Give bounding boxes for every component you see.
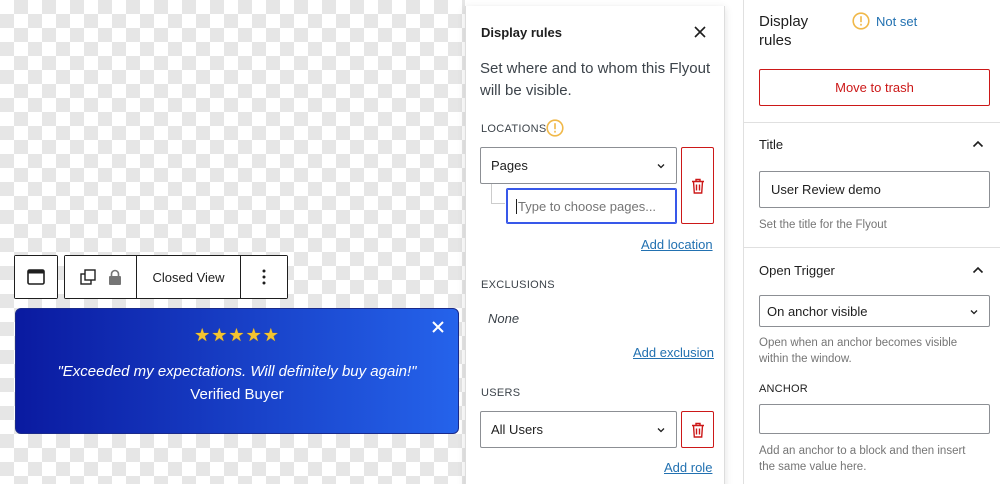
more-options-button[interactable]	[241, 256, 287, 298]
exclusions-none: None	[488, 311, 520, 326]
duplicate-icon[interactable]	[79, 269, 96, 285]
open-trigger-select[interactable]: On anchor visible	[759, 295, 990, 327]
chevron-down-icon	[657, 164, 665, 169]
flyout-title-input[interactable]: User Review demo	[759, 171, 990, 208]
review-quote: "Exceeded my expectations. Will definite…	[57, 363, 417, 380]
block-type-button[interactable]	[15, 256, 57, 298]
anchor-label: ANCHOR	[759, 383, 808, 395]
add-location-link[interactable]: Add location	[641, 237, 713, 252]
delete-location-button[interactable]	[681, 147, 714, 224]
open-trigger-help: Open when an anchor becomes visible with…	[759, 337, 958, 365]
user-role-select[interactable]: All Users	[480, 411, 677, 448]
pages-search-input[interactable]: Type to choose pages...	[506, 188, 677, 224]
title-panel-heading[interactable]: Title	[759, 137, 783, 152]
move-to-trash-button[interactable]: Move to trash	[759, 69, 990, 106]
lock-icon[interactable]	[108, 269, 122, 286]
user-role-value: All Users	[491, 422, 544, 437]
chevron-down-icon	[970, 310, 978, 315]
open-trigger-heading[interactable]: Open Trigger	[759, 263, 835, 278]
locations-label: LOCATIONS	[481, 123, 547, 135]
anchor-help-text: Add an anchor to a block and then insert…	[759, 445, 966, 473]
popover-title: Display rules	[481, 25, 562, 40]
review-author: Verified Buyer	[190, 386, 284, 403]
editor-canvas: Closed View ★★★★★ "Exceeded my expectati…	[0, 0, 465, 484]
closed-view-button[interactable]: Closed View	[137, 256, 241, 298]
chevron-down-icon	[657, 428, 665, 433]
open-trigger-value: On anchor visible	[767, 303, 868, 319]
display-rules-popover: Display rules Set where and to whom this…	[465, 6, 725, 484]
location-type-value: Pages	[491, 158, 528, 173]
delete-user-rule-button[interactable]	[681, 411, 714, 448]
warning-icon	[852, 12, 870, 30]
trash-icon	[691, 178, 704, 194]
block-options-buttons	[65, 256, 137, 298]
location-type-select[interactable]: Pages	[480, 147, 677, 184]
pages-search-placeholder: Type to choose pages...	[518, 198, 657, 214]
divider	[744, 122, 1000, 123]
users-label: USERS	[481, 387, 521, 399]
add-exclusion-link[interactable]: Add exclusion	[633, 345, 714, 360]
title-help-text: Set the title for the Flyout	[759, 219, 887, 231]
flyout-close-icon[interactable]	[430, 319, 446, 335]
popover-description: Set where and to whom this Flyout will b…	[480, 60, 711, 99]
block-controls-group: Closed View	[64, 255, 288, 299]
block-toolbar: Closed View	[14, 255, 288, 299]
tree-connector	[491, 184, 505, 204]
rating-stars: ★★★★★	[194, 325, 280, 345]
divider	[744, 247, 1000, 248]
trash-icon	[691, 422, 704, 438]
sidebar-title: Display rules	[759, 13, 809, 49]
window-block-icon	[27, 269, 45, 285]
block-type-group	[14, 255, 58, 299]
warning-icon	[546, 119, 564, 137]
exclusions-label: EXCLUSIONS	[481, 279, 555, 291]
chevron-up-icon[interactable]	[972, 266, 984, 274]
chevron-up-icon[interactable]	[972, 140, 984, 148]
close-icon[interactable]	[693, 25, 707, 39]
review-flyout[interactable]: ★★★★★ "Exceeded my expectations. Will de…	[15, 308, 459, 434]
text-caret	[516, 198, 517, 214]
more-vertical-icon	[262, 269, 266, 285]
status-text: Not set	[876, 13, 918, 29]
anchor-input[interactable]	[759, 404, 990, 434]
add-role-link[interactable]: Add role	[664, 460, 712, 475]
display-rules-status[interactable]: Not set	[852, 12, 917, 30]
settings-sidebar: Display rules Not set Move to trash Titl…	[743, 0, 1000, 484]
